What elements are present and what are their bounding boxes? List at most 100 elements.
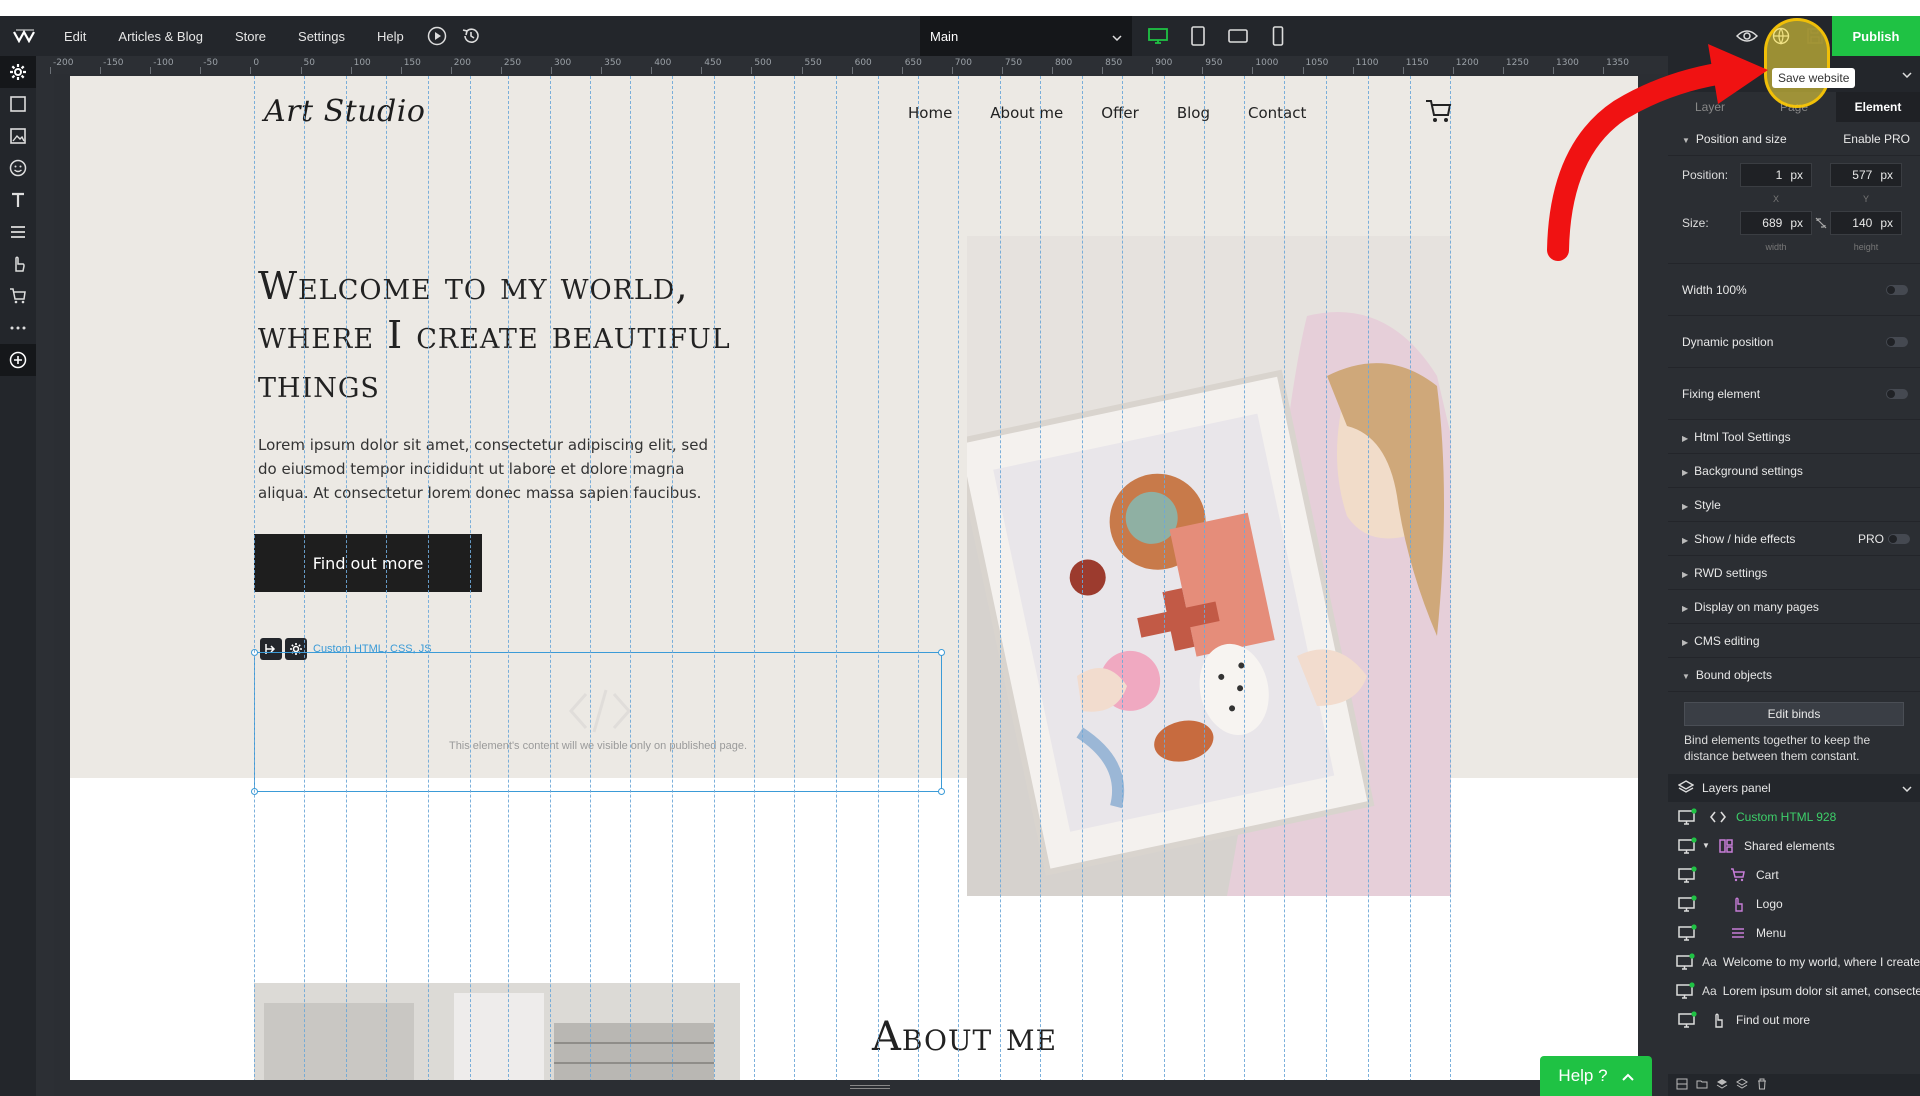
fixing-element-toggle[interactable] bbox=[1886, 388, 1908, 399]
about-title[interactable]: About me bbox=[872, 1014, 1057, 1060]
layer-row[interactable]: ▼ Shared elements bbox=[1668, 831, 1920, 860]
resize-handle[interactable] bbox=[938, 649, 945, 656]
device-switcher bbox=[1138, 16, 1298, 56]
monitor-icon[interactable] bbox=[1676, 807, 1700, 827]
layer-row[interactable]: Menu bbox=[1668, 918, 1920, 947]
monitor-icon[interactable] bbox=[1676, 836, 1700, 856]
monitor-icon[interactable] bbox=[1676, 923, 1700, 943]
ruler-label: -50 bbox=[203, 58, 218, 68]
ruler-label: 1100 bbox=[1355, 58, 1379, 68]
ruler-tick bbox=[150, 67, 152, 74]
layers-icon bbox=[1677, 779, 1695, 798]
menu-help[interactable]: Help bbox=[361, 16, 420, 56]
section-bound-objects[interactable]: ▼ Bound objects bbox=[1668, 658, 1920, 692]
monitor-icon[interactable] bbox=[1676, 865, 1700, 885]
ruler-tick bbox=[1202, 67, 1204, 74]
monitor-icon[interactable] bbox=[1676, 952, 1696, 972]
play-icon[interactable] bbox=[420, 16, 454, 56]
chevron-down-icon[interactable] bbox=[1902, 67, 1912, 81]
layers-panel-header[interactable]: Layers panel bbox=[1668, 774, 1920, 802]
monitor-icon[interactable] bbox=[1676, 1010, 1700, 1030]
menu-lines-icon[interactable] bbox=[0, 216, 36, 248]
site-logo[interactable]: Art Studio bbox=[264, 94, 425, 129]
resize-drag-handle[interactable] bbox=[850, 1085, 890, 1089]
hero-text[interactable]: Lorem ipsum dolor sit amet, consectetur … bbox=[258, 433, 728, 505]
section-background[interactable]: ▶ Background settings bbox=[1668, 454, 1920, 488]
monitor-icon[interactable] bbox=[1676, 981, 1696, 1001]
folder-icon[interactable] bbox=[1696, 1078, 1708, 1093]
image-icon[interactable] bbox=[0, 120, 36, 152]
edit-binds-button[interactable]: Edit binds bbox=[1684, 702, 1904, 726]
about-photo[interactable] bbox=[254, 983, 740, 1080]
find-out-more-button[interactable]: Find out more bbox=[254, 534, 482, 592]
pro-badge: PRO bbox=[1857, 531, 1884, 546]
width-100-toggle[interactable] bbox=[1886, 284, 1908, 295]
publish-button[interactable]: Publish bbox=[1832, 16, 1920, 56]
dynamic-position-toggle[interactable] bbox=[1886, 336, 1908, 347]
layer-row[interactable]: Logo bbox=[1668, 889, 1920, 918]
menu-edit[interactable]: Edit bbox=[48, 16, 102, 56]
section-rwd[interactable]: ▶ RWD settings bbox=[1668, 556, 1920, 590]
layer-row[interactable]: Custom HTML 928 bbox=[1668, 802, 1920, 831]
app-logo-icon[interactable] bbox=[0, 16, 48, 56]
save-icon[interactable] bbox=[1798, 16, 1832, 56]
gear-icon[interactable] bbox=[0, 56, 36, 88]
nav-about-me[interactable]: About me bbox=[990, 104, 1063, 122]
section-label: Show / hide effects bbox=[1694, 531, 1796, 546]
nav-blog[interactable]: Blog bbox=[1177, 104, 1210, 122]
position-y-input[interactable]: 577 px bbox=[1830, 163, 1902, 187]
shopping-cart-icon[interactable] bbox=[1425, 98, 1453, 129]
grid-icon[interactable] bbox=[1676, 1078, 1688, 1093]
enable-pro-link[interactable]: Enable PRO bbox=[1843, 132, 1910, 146]
show-hide-toggle[interactable] bbox=[1888, 533, 1910, 544]
trash-icon[interactable] bbox=[1756, 1078, 1768, 1093]
cart-icon[interactable] bbox=[0, 280, 36, 312]
section-style[interactable]: ▶ Style bbox=[1668, 488, 1920, 522]
mobile-icon[interactable] bbox=[1258, 16, 1298, 56]
nav-contact[interactable]: Contact bbox=[1248, 104, 1306, 122]
hand-pointer-icon[interactable] bbox=[0, 248, 36, 280]
ruler-label: 1000 bbox=[1255, 58, 1279, 68]
layer-row[interactable]: Find out more bbox=[1668, 1005, 1920, 1034]
section-many-pages[interactable]: ▶ Display on many pages bbox=[1668, 590, 1920, 624]
box-icon[interactable] bbox=[0, 88, 36, 120]
chevron-down-icon[interactable] bbox=[1902, 781, 1912, 795]
monitor-icon[interactable] bbox=[1676, 894, 1700, 914]
hero-photo[interactable] bbox=[967, 236, 1451, 896]
help-button[interactable]: Help ? bbox=[1540, 1056, 1652, 1096]
caret-down-icon[interactable]: ▼ bbox=[1702, 841, 1714, 850]
unlink-icon[interactable] bbox=[1812, 217, 1830, 229]
layer-row[interactable]: Aa Welcome to my world, where I create bbox=[1668, 947, 1920, 976]
section-html-tool[interactable]: ▶ Html Tool Settings bbox=[1668, 420, 1920, 454]
text-icon[interactable] bbox=[0, 184, 36, 216]
nav-offer[interactable]: Offer bbox=[1101, 104, 1139, 122]
stack-outline-icon[interactable] bbox=[1736, 1077, 1748, 1093]
nav-home[interactable]: Home bbox=[908, 104, 952, 122]
menu-store[interactable]: Store bbox=[219, 16, 282, 56]
more-icon[interactable] bbox=[0, 312, 36, 344]
stack-icon[interactable] bbox=[1716, 1078, 1728, 1093]
layer-row[interactable]: Aa Lorem ipsum dolor sit amet, consectetu… bbox=[1668, 976, 1920, 1005]
layer-row[interactable]: Cart bbox=[1668, 860, 1920, 889]
menu-settings[interactable]: Settings bbox=[282, 16, 361, 56]
emoji-icon[interactable] bbox=[0, 152, 36, 184]
site-nav[interactable]: Home About me Offer Blog Contact bbox=[908, 104, 1344, 122]
section-cms[interactable]: ▶ CMS editing bbox=[1668, 624, 1920, 658]
tab-element[interactable]: Element bbox=[1836, 92, 1920, 122]
section-show-hide[interactable]: ▶ Show / hide effects PRO bbox=[1668, 522, 1920, 556]
page-select[interactable]: Main bbox=[920, 16, 1132, 56]
layers-title: Layers panel bbox=[1702, 781, 1771, 795]
history-icon[interactable] bbox=[454, 16, 488, 56]
add-circle-icon[interactable] bbox=[0, 344, 36, 376]
tablet-icon[interactable] bbox=[1178, 16, 1218, 56]
ruler-tick bbox=[751, 67, 753, 74]
resize-handle[interactable] bbox=[251, 788, 258, 795]
menu-articles-blog[interactable]: Articles & Blog bbox=[102, 16, 219, 56]
desktop-icon[interactable] bbox=[1138, 16, 1178, 56]
tablet-landscape-icon[interactable] bbox=[1218, 16, 1258, 56]
caret-down-icon: ▼ bbox=[1682, 671, 1690, 681]
resize-handle[interactable] bbox=[251, 649, 258, 656]
hero-title[interactable]: Welcome to my world, where I create beau… bbox=[258, 262, 778, 409]
resize-handle[interactable] bbox=[938, 788, 945, 795]
height-input[interactable]: 140 px bbox=[1830, 211, 1902, 235]
